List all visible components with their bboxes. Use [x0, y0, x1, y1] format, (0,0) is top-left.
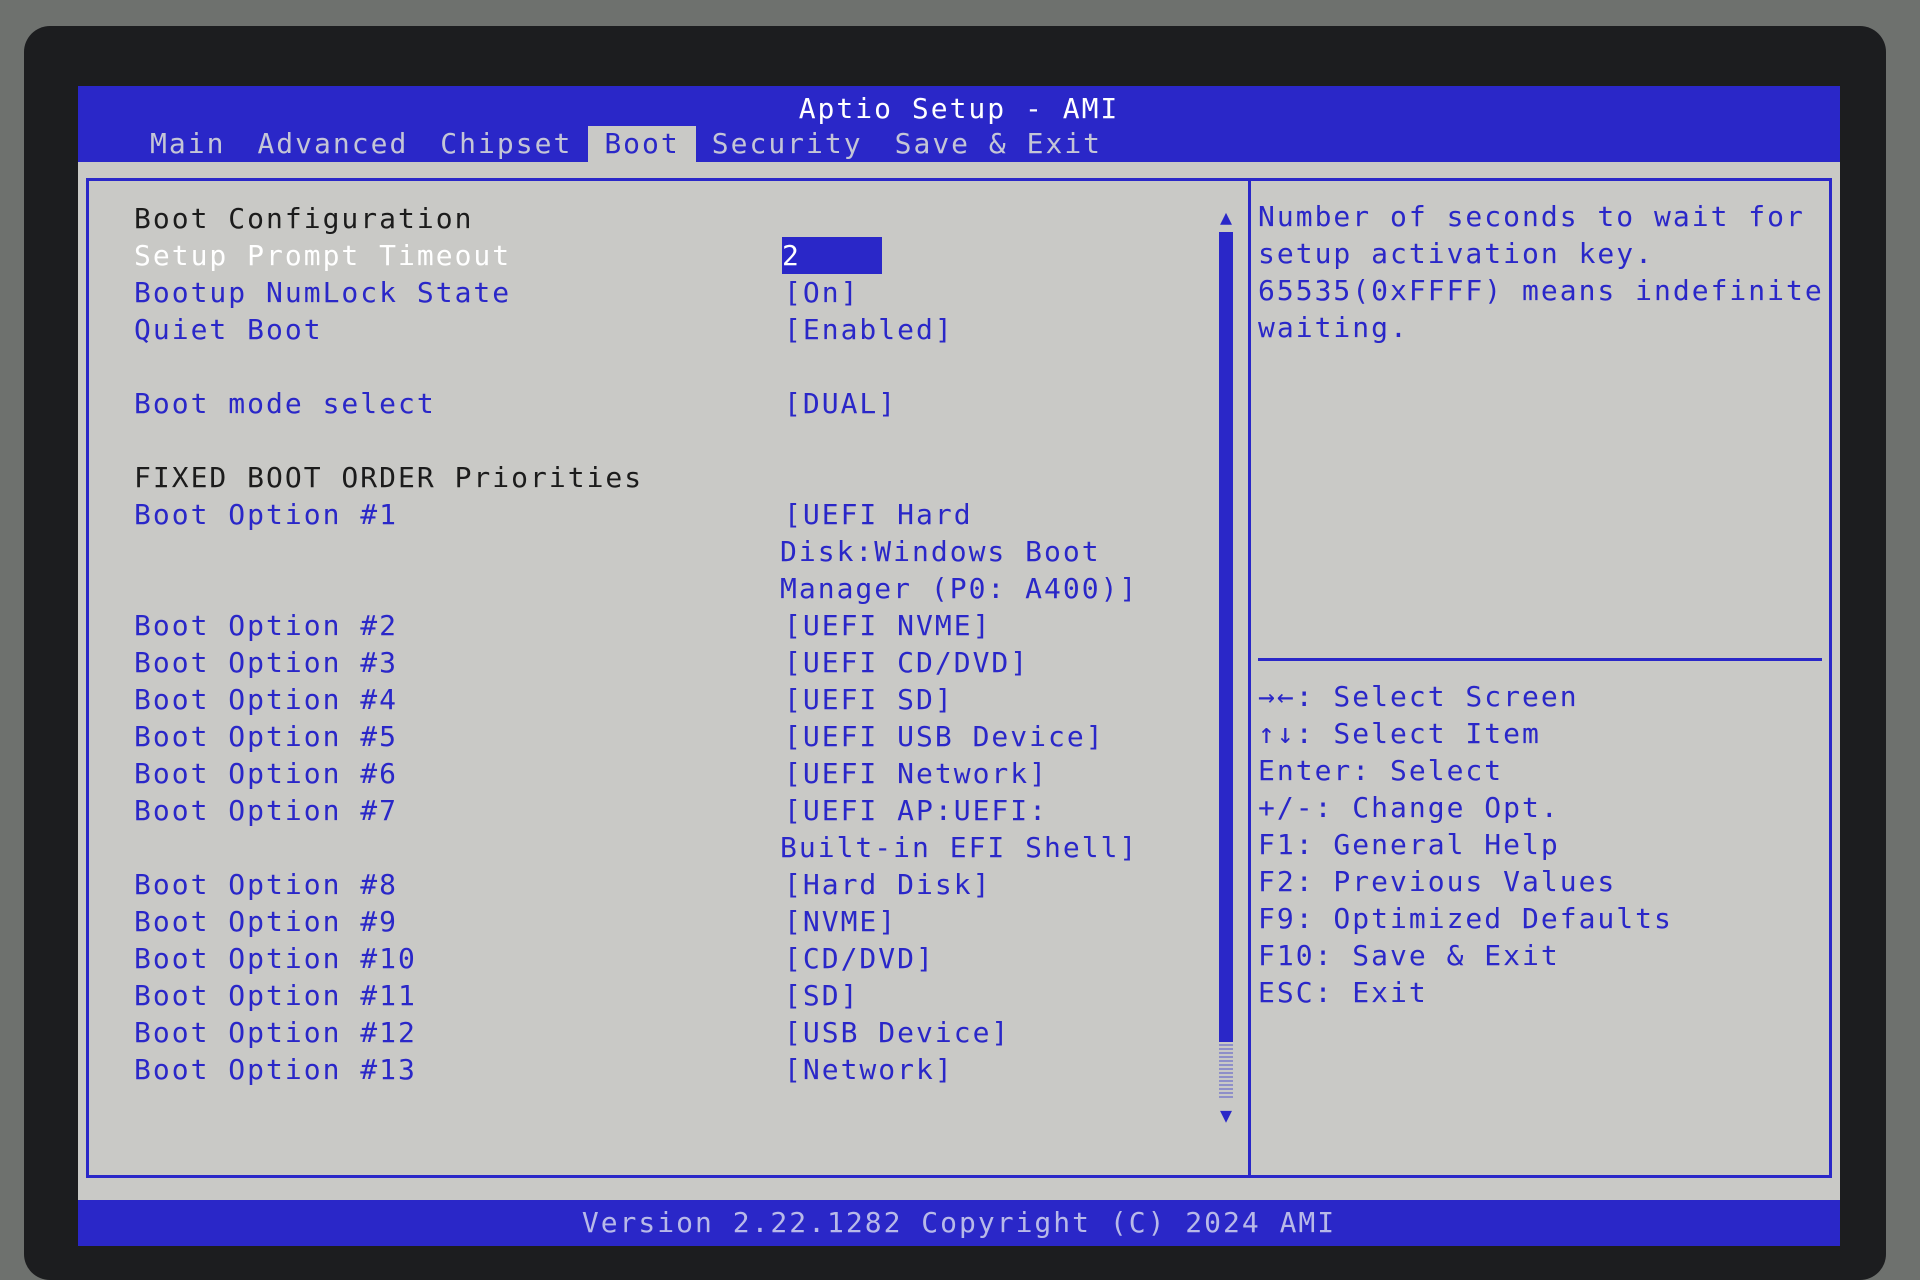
boot-option-6[interactable]: Boot Option #6 [UEFI Network]: [134, 755, 1234, 792]
tab-chipset[interactable]: Chipset: [424, 126, 588, 162]
scroll-thumb[interactable]: [1219, 232, 1233, 1042]
app-title: Aptio Setup - AMI: [798, 92, 1120, 125]
boot-option-label: Boot Option #3: [134, 646, 399, 679]
boot-option-value[interactable]: [UEFI SD]: [784, 681, 954, 718]
setup-prompt-timeout-field[interactable]: 2: [782, 237, 882, 274]
boot-option-label: Boot Option #12: [134, 1016, 417, 1049]
boot-option-7-continued: Built-in EFI Shell]: [134, 829, 1234, 866]
boot-option-1[interactable]: Boot Option #1 [UEFI Hard: [134, 496, 1234, 533]
setting-value[interactable]: [DUAL]: [784, 385, 897, 422]
boot-option-2[interactable]: Boot Option #2 [UEFI NVME]: [134, 607, 1234, 644]
help-text-line: setup activation key.: [1258, 237, 1655, 270]
setting-label: Setup Prompt Timeout: [134, 239, 512, 272]
key-hint-select-screen: →←: Select Screen: [1258, 680, 1579, 713]
version-text: Version 2.22.1282 Copyright (C) 2024 AMI: [581, 1206, 1337, 1239]
bios-screen: Aptio Setup - AMI Main Advanced Chipset …: [78, 86, 1840, 1246]
boot-option-value: Manager (P0: A400)]: [780, 572, 1139, 605]
tab-boot[interactable]: Boot: [588, 126, 696, 162]
boot-option-value: Disk:Windows Boot: [780, 535, 1101, 568]
boot-option-label: Boot Option #13: [134, 1053, 417, 1086]
scroll-track[interactable]: [1219, 1042, 1233, 1098]
setting-setup-prompt-timeout[interactable]: Setup Prompt Timeout 2: [134, 237, 1234, 274]
setting-label: Boot mode select: [134, 387, 436, 420]
boot-option-4[interactable]: Boot Option #4 [UEFI SD]: [134, 681, 1234, 718]
boot-option-12[interactable]: Boot Option #12 [USB Device]: [134, 1014, 1234, 1051]
setting-bootup-numlock-state[interactable]: Bootup NumLock State [On]: [134, 274, 1234, 311]
boot-option-13[interactable]: Boot Option #13 [Network]: [134, 1051, 1234, 1088]
boot-option-1-continued: Manager (P0: A400)]: [134, 570, 1234, 607]
boot-option-label: Boot Option #9: [134, 905, 399, 938]
boot-option-value[interactable]: [Network]: [784, 1051, 954, 1088]
boot-option-label: Boot Option #6: [134, 757, 399, 790]
boot-option-value[interactable]: [UEFI NVME]: [784, 607, 991, 644]
boot-option-3[interactable]: Boot Option #3 [UEFI CD/DVD]: [134, 644, 1234, 681]
help-divider: [1258, 658, 1822, 661]
boot-option-9[interactable]: Boot Option #9 [NVME]: [134, 903, 1234, 940]
setting-label: Bootup NumLock State: [134, 276, 512, 309]
boot-option-label: Boot Option #4: [134, 683, 399, 716]
status-bar: Version 2.22.1282 Copyright (C) 2024 AMI: [78, 1200, 1840, 1246]
key-hint-select-item: ↑↓: Select Item: [1258, 717, 1541, 750]
boot-option-value[interactable]: [NVME]: [784, 903, 897, 940]
arrow-down-icon[interactable]: ▼: [1214, 1104, 1238, 1126]
section-heading-boot-configuration: Boot Configuration: [134, 202, 474, 235]
boot-option-value[interactable]: [UEFI Network]: [784, 755, 1048, 792]
boot-option-value[interactable]: [Hard Disk]: [784, 866, 991, 903]
boot-option-value[interactable]: [UEFI Hard: [784, 496, 973, 533]
tab-save-exit[interactable]: Save & Exit: [879, 126, 1118, 162]
key-hint-enter: Enter: Select: [1258, 754, 1504, 787]
setting-value[interactable]: [On]: [784, 274, 859, 311]
setting-value[interactable]: [Enabled]: [784, 311, 954, 348]
section-heading-fixed-boot-order: FIXED BOOT ORDER Priorities: [134, 461, 644, 494]
key-legend: →←: Select Screen ↑↓: Select Item Enter:…: [1258, 678, 1818, 1011]
boot-option-label: Boot Option #5: [134, 720, 399, 753]
setting-boot-mode-select[interactable]: Boot mode select [DUAL]: [134, 385, 1234, 422]
boot-option-value: Built-in EFI Shell]: [780, 831, 1139, 864]
boot-option-label: Boot Option #1: [134, 498, 399, 531]
settings-list: Boot Configuration Setup Prompt Timeout …: [134, 200, 1234, 1088]
boot-option-label: Boot Option #7: [134, 794, 399, 827]
boot-option-5[interactable]: Boot Option #5 [UEFI USB Device]: [134, 718, 1234, 755]
boot-option-value[interactable]: [CD/DVD]: [784, 940, 935, 977]
tab-advanced[interactable]: Advanced: [241, 126, 424, 162]
tab-bar: Main Advanced Chipset Boot Security Save…: [134, 126, 1118, 162]
boot-option-value[interactable]: [UEFI AP:UEFI:: [784, 792, 1048, 829]
key-hint-f2: F2: Previous Values: [1258, 865, 1617, 898]
arrow-up-icon[interactable]: ▲: [1214, 206, 1238, 228]
boot-option-8[interactable]: Boot Option #8 [Hard Disk]: [134, 866, 1234, 903]
boot-option-label: Boot Option #10: [134, 942, 417, 975]
tab-security[interactable]: Security: [696, 126, 879, 162]
boot-option-1-continued: Disk:Windows Boot: [134, 533, 1234, 570]
key-hint-f9: F9: Optimized Defaults: [1258, 902, 1673, 935]
setting-quiet-boot[interactable]: Quiet Boot [Enabled]: [134, 311, 1234, 348]
boot-option-label: Boot Option #8: [134, 868, 399, 901]
help-panel: Number of seconds to wait for setup acti…: [1258, 198, 1824, 346]
boot-option-value[interactable]: [USB Device]: [784, 1014, 1010, 1051]
boot-option-value[interactable]: [SD]: [784, 977, 859, 1014]
title-bar: Aptio Setup - AMI Main Advanced Chipset …: [78, 86, 1840, 162]
panel-divider: [1248, 178, 1251, 1178]
boot-option-label: Boot Option #2: [134, 609, 399, 642]
boot-option-value[interactable]: [UEFI USB Device]: [784, 718, 1105, 755]
help-text-line: Number of seconds to wait for: [1258, 200, 1805, 233]
boot-option-value[interactable]: [UEFI CD/DVD]: [784, 644, 1029, 681]
boot-option-10[interactable]: Boot Option #10 [CD/DVD]: [134, 940, 1234, 977]
scrollbar[interactable]: ▲ ▼: [1214, 206, 1238, 1126]
key-hint-f10: F10: Save & Exit: [1258, 939, 1560, 972]
boot-option-label: Boot Option #11: [134, 979, 417, 1012]
key-hint-esc: ESC: Exit: [1258, 976, 1428, 1009]
boot-option-7[interactable]: Boot Option #7 [UEFI AP:UEFI:: [134, 792, 1234, 829]
setting-label: Quiet Boot: [134, 313, 323, 346]
tab-main[interactable]: Main: [134, 126, 241, 162]
key-hint-f1: F1: General Help: [1258, 828, 1560, 861]
help-text-line: waiting.: [1258, 311, 1409, 344]
boot-option-11[interactable]: Boot Option #11 [SD]: [134, 977, 1234, 1014]
key-hint-change-opt: +/-: Change Opt.: [1258, 791, 1560, 824]
help-text-line: 65535(0xFFFF) means indefinite: [1258, 274, 1824, 307]
